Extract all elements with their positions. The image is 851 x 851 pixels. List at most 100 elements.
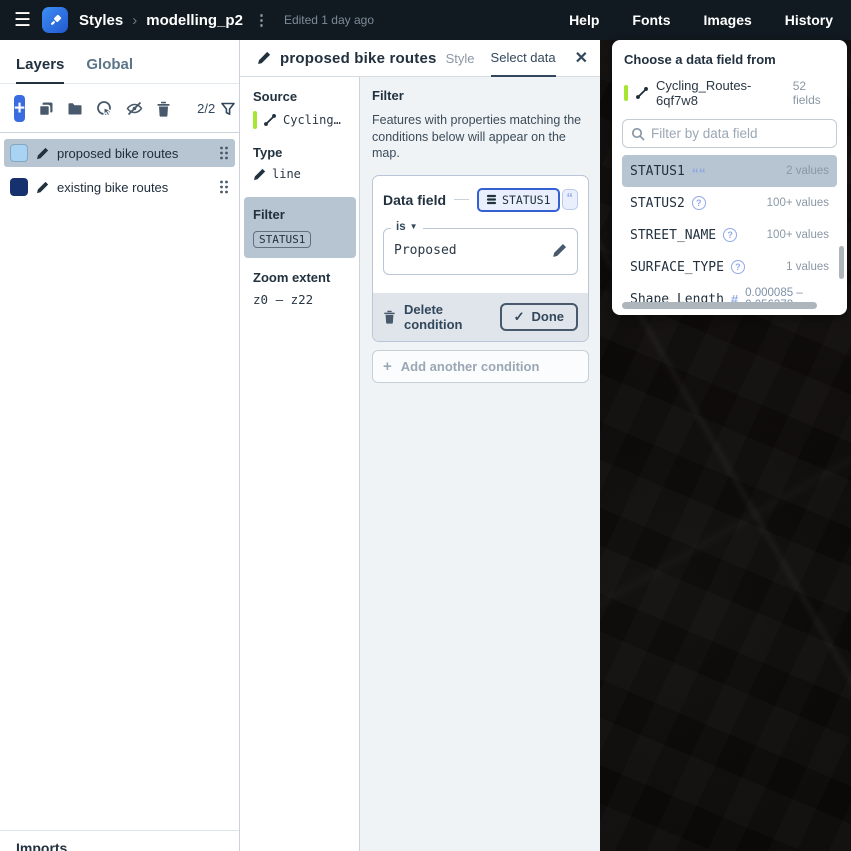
select-features-icon[interactable] (96, 100, 113, 117)
drag-handle-icon[interactable] (219, 146, 229, 160)
layer-editor-panel: proposed bike routes Style Select data ✕… (240, 40, 600, 851)
close-editor-icon[interactable]: ✕ (575, 48, 588, 68)
layer-summary-sidebar: Source Cycling… Type line (240, 77, 360, 851)
nav-fonts[interactable]: Fonts (632, 12, 670, 28)
imports-heading: Imports (16, 840, 67, 851)
database-icon (486, 194, 497, 205)
zoom-extent-row[interactable]: z0 — z22 (253, 292, 359, 307)
filter-field-badge: STATUS1 (253, 231, 311, 248)
tab-global[interactable]: Global (86, 56, 133, 83)
layers-panel: Layers Global + (0, 40, 240, 851)
nav-help[interactable]: Help (569, 12, 599, 28)
field-value-count: 2 values (786, 165, 829, 177)
route-line-icon (263, 113, 277, 127)
filter-summary-selected[interactable]: Filter STATUS1 (244, 197, 356, 258)
tab-style[interactable]: Style (446, 40, 475, 76)
layer-name: proposed bike routes (57, 146, 178, 161)
field-search-input[interactable] (651, 126, 828, 141)
filter-layers-funnel-icon[interactable] (221, 102, 235, 116)
route-line-icon (635, 86, 649, 100)
plus-icon: + (383, 358, 392, 375)
filter-heading: Filter (372, 88, 589, 103)
field-picker-heading: Choose a data field from (622, 52, 837, 67)
line-type-pencil-icon (253, 168, 266, 181)
add-condition-button[interactable]: + Add another condition (372, 350, 589, 383)
operator-dropdown[interactable]: is ▼ (391, 221, 423, 233)
filter-label: Filter (253, 207, 356, 222)
field-value-count: 100+ values (767, 197, 829, 209)
data-field-chip-value: STATUS1 (502, 193, 550, 207)
field-option-street-name[interactable]: STREET_NAME ? 100+ values (622, 219, 837, 251)
condition-value: Proposed (394, 243, 457, 258)
search-icon (631, 127, 645, 141)
delete-layer-trash-icon[interactable] (156, 101, 171, 117)
layer-color-swatch[interactable] (10, 178, 28, 196)
field-search-box (622, 119, 837, 148)
group-layers-folder-icon[interactable] (67, 101, 83, 117)
edit-value-pencil-icon[interactable] (552, 243, 567, 258)
zoom-extent-label: Zoom extent (253, 270, 359, 285)
operator-value: is (396, 221, 406, 233)
source-color-bar (624, 85, 628, 101)
imports-section[interactable]: Imports (0, 830, 239, 851)
data-field-picker-dropdown: Choose a data field from Cycling_Routes-… (612, 40, 847, 315)
field-option-shape-length[interactable]: Shape_Length # 0.000085 – 0.056378 (622, 283, 837, 315)
top-nav: Help Fonts Images History (569, 12, 833, 28)
breadcrumb-style-name[interactable]: modelling_p2 (146, 12, 243, 29)
field-list: STATUS1 ““ 2 values STATUS2 ? 100+ value… (622, 155, 837, 315)
source-value-row[interactable]: Cycling… (253, 111, 359, 129)
layer-row-existing-bike-routes[interactable]: existing bike routes (4, 173, 235, 201)
type-value-row[interactable]: line (253, 167, 359, 181)
nav-history[interactable]: History (785, 12, 833, 28)
add-layer-button[interactable]: + (14, 95, 25, 122)
paintbrush-icon (48, 13, 63, 28)
mapbox-studio-logo[interactable] (42, 7, 68, 33)
top-bar: ☰ Styles › modelling_p2 ⋮ Edited 1 day a… (0, 0, 851, 40)
source-field-count: 52 fields (793, 79, 835, 107)
layer-row-proposed-bike-routes[interactable]: proposed bike routes (4, 139, 235, 167)
help-icon[interactable]: ? (692, 196, 706, 210)
string-type-quote-icon: ““ (692, 164, 706, 177)
string-type-quote-icon[interactable]: “ (562, 189, 579, 210)
delete-condition-trash-icon[interactable] (383, 310, 396, 324)
field-option-status2[interactable]: STATUS2 ? 100+ values (622, 187, 837, 219)
field-option-surface-type[interactable]: SURFACE_TYPE ? 1 values (622, 251, 837, 283)
nav-images[interactable]: Images (704, 12, 752, 28)
done-button[interactable]: ✓ Done (500, 303, 578, 331)
hamburger-menu-icon[interactable]: ☰ (14, 11, 31, 30)
field-value-count: 1 values (786, 261, 829, 273)
source-color-bar (253, 111, 257, 129)
layer-name: existing bike routes (57, 180, 168, 195)
horizontal-scrollbar[interactable] (622, 302, 817, 309)
filter-description: Features with properties matching the co… (372, 112, 587, 162)
chevron-down-icon: ▼ (410, 222, 418, 231)
tab-select-data[interactable]: Select data (491, 40, 556, 77)
style-options-kebab-icon[interactable]: ⋮ (254, 11, 269, 29)
type-value: line (272, 167, 301, 181)
check-icon: ✓ (514, 309, 525, 325)
help-icon[interactable]: ? (723, 228, 737, 242)
line-type-pencil-icon (36, 147, 49, 160)
drag-handle-icon[interactable] (219, 180, 229, 194)
tab-layers[interactable]: Layers (16, 56, 64, 84)
layer-color-swatch[interactable] (10, 144, 28, 162)
help-icon[interactable]: ? (731, 260, 745, 274)
filter-editor: Filter Features with properties matching… (360, 77, 600, 851)
zoom-extent-value: z0 — z22 (253, 292, 313, 307)
layer-editor-header: proposed bike routes Style Select data ✕ (240, 40, 600, 77)
connector-line (454, 199, 469, 200)
layer-pencil-icon (257, 51, 271, 65)
done-label: Done (532, 309, 565, 324)
layers-toolbar: + (0, 84, 239, 133)
type-label: Type (253, 145, 359, 160)
data-field-chip[interactable]: STATUS1 (477, 188, 559, 212)
duplicate-layer-icon[interactable] (38, 101, 54, 117)
breadcrumb-styles[interactable]: Styles (79, 12, 123, 29)
field-option-status1[interactable]: STATUS1 ““ 2 values (622, 155, 837, 187)
vertical-scrollbar[interactable] (839, 246, 844, 279)
layers-panel-tabs: Layers Global (0, 40, 239, 84)
delete-condition-button[interactable]: Delete condition (404, 302, 492, 332)
condition-value-box: is ▼ Proposed (383, 228, 578, 275)
data-field-label: Data field (383, 192, 446, 208)
hide-layer-eye-off-icon[interactable] (126, 100, 143, 117)
